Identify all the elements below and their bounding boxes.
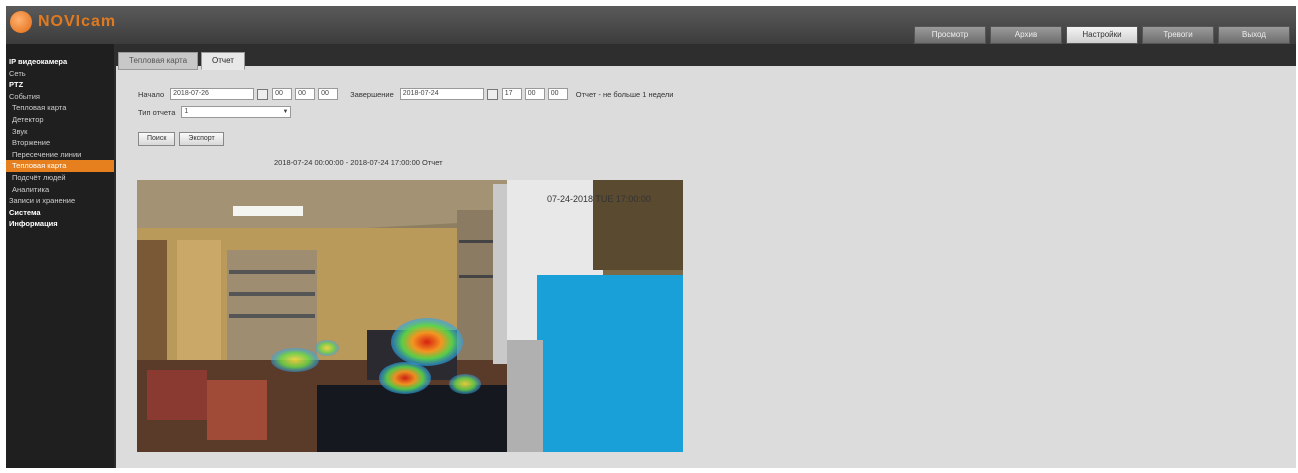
sidebar-item-events[interactable]: События (6, 91, 114, 103)
sidebar-item-analytics[interactable]: Аналитика (6, 184, 114, 196)
start-hour-field[interactable]: 00 (272, 88, 293, 100)
sidebar-item-people-count[interactable]: Подсчёт людей (6, 172, 114, 184)
tab-heatmap[interactable]: Тепловая карта (118, 52, 199, 70)
start-label: Начало (138, 89, 165, 99)
top-tab-view[interactable]: Просмотр (914, 26, 986, 44)
end-minute-field[interactable]: 00 (524, 88, 545, 100)
chevron-down-icon: ▼ (282, 109, 289, 115)
report-type-label: Тип отчета (138, 107, 176, 117)
calendar-icon[interactable] (257, 88, 269, 100)
top-tab-exit[interactable]: Выход (1218, 26, 1290, 44)
export-button[interactable]: Экспорт (179, 132, 224, 146)
top-tab-archive[interactable]: Архив (990, 26, 1062, 44)
tab-report[interactable]: Отчет (201, 52, 245, 70)
result-caption: 2018-07-24 00:00:00 - 2018-07-24 17:00:0… (274, 158, 443, 167)
sidebar: IP видеокамера Сеть PTZ События Тепловая… (6, 44, 114, 468)
report-type-value: 1 (184, 108, 189, 115)
end-hour-field[interactable]: 17 (501, 88, 522, 100)
sidebar-item-sound[interactable]: Звук (6, 126, 114, 138)
calendar-icon[interactable] (486, 88, 498, 100)
start-second-field[interactable]: 00 (318, 88, 339, 100)
top-header: NOVIcam Просмотр Архив Настройки Тревоги… (6, 6, 1296, 44)
sidebar-item-system[interactable]: Система (6, 207, 114, 219)
logo: NOVIcam (10, 11, 116, 33)
heatmap-image: 07-24-2018 TUE 17:00:00 (137, 180, 683, 452)
sidebar-item-network[interactable]: Сеть (6, 68, 114, 80)
date-range-row: Начало 2018-07-26 00 00 00 Завершение 20… (138, 88, 674, 100)
sidebar-item-heatmap[interactable]: Тепловая карта (6, 160, 114, 172)
sidebar-item-ip-camera[interactable]: IP видеокамера (6, 56, 114, 68)
start-date-field[interactable]: 2018-07-26 (170, 88, 255, 100)
range-note: Отчет - не больше 1 недели (575, 89, 674, 99)
report-type-select[interactable]: 1 ▼ (181, 106, 292, 118)
sidebar-item-storage[interactable]: Записи и хранение (6, 195, 114, 207)
sidebar-item-line-crossing[interactable]: Пересечение линии (6, 149, 114, 161)
action-row: Поиск Экспорт (138, 132, 224, 146)
end-label: Завершение (350, 89, 394, 99)
heatmap-scene: 07-24-2018 TUE 17:00:00 (137, 180, 683, 452)
sidebar-item-info[interactable]: Информация (6, 218, 114, 230)
end-second-field[interactable]: 00 (547, 88, 568, 100)
sidebar-item-heatmap-settings[interactable]: Тепловая карта (6, 102, 114, 114)
search-button[interactable]: Поиск (138, 132, 176, 146)
logo-text: NOVIcam (38, 13, 117, 30)
app-window: NOVIcam Просмотр Архив Настройки Тревоги… (6, 6, 1296, 468)
end-date-field[interactable]: 2018-07-24 (399, 88, 484, 100)
sidebar-item-detector[interactable]: Детектор (6, 114, 114, 126)
content-tabs: Тепловая карта Отчет (118, 52, 245, 70)
top-tab-alarms[interactable]: Тревоги (1142, 26, 1214, 44)
sidebar-item-ptz[interactable]: PTZ (6, 79, 114, 91)
report-type-row: Тип отчета 1 ▼ (138, 106, 292, 118)
camera-timestamp: 07-24-2018 TUE 17:00:00 (547, 194, 651, 204)
top-nav: Просмотр Архив Настройки Тревоги Выход (914, 26, 1290, 44)
start-minute-field[interactable]: 00 (295, 88, 316, 100)
top-tab-settings[interactable]: Настройки (1066, 26, 1138, 44)
logo-icon (10, 11, 32, 33)
sidebar-item-intrusion[interactable]: Вторжение (6, 137, 114, 149)
